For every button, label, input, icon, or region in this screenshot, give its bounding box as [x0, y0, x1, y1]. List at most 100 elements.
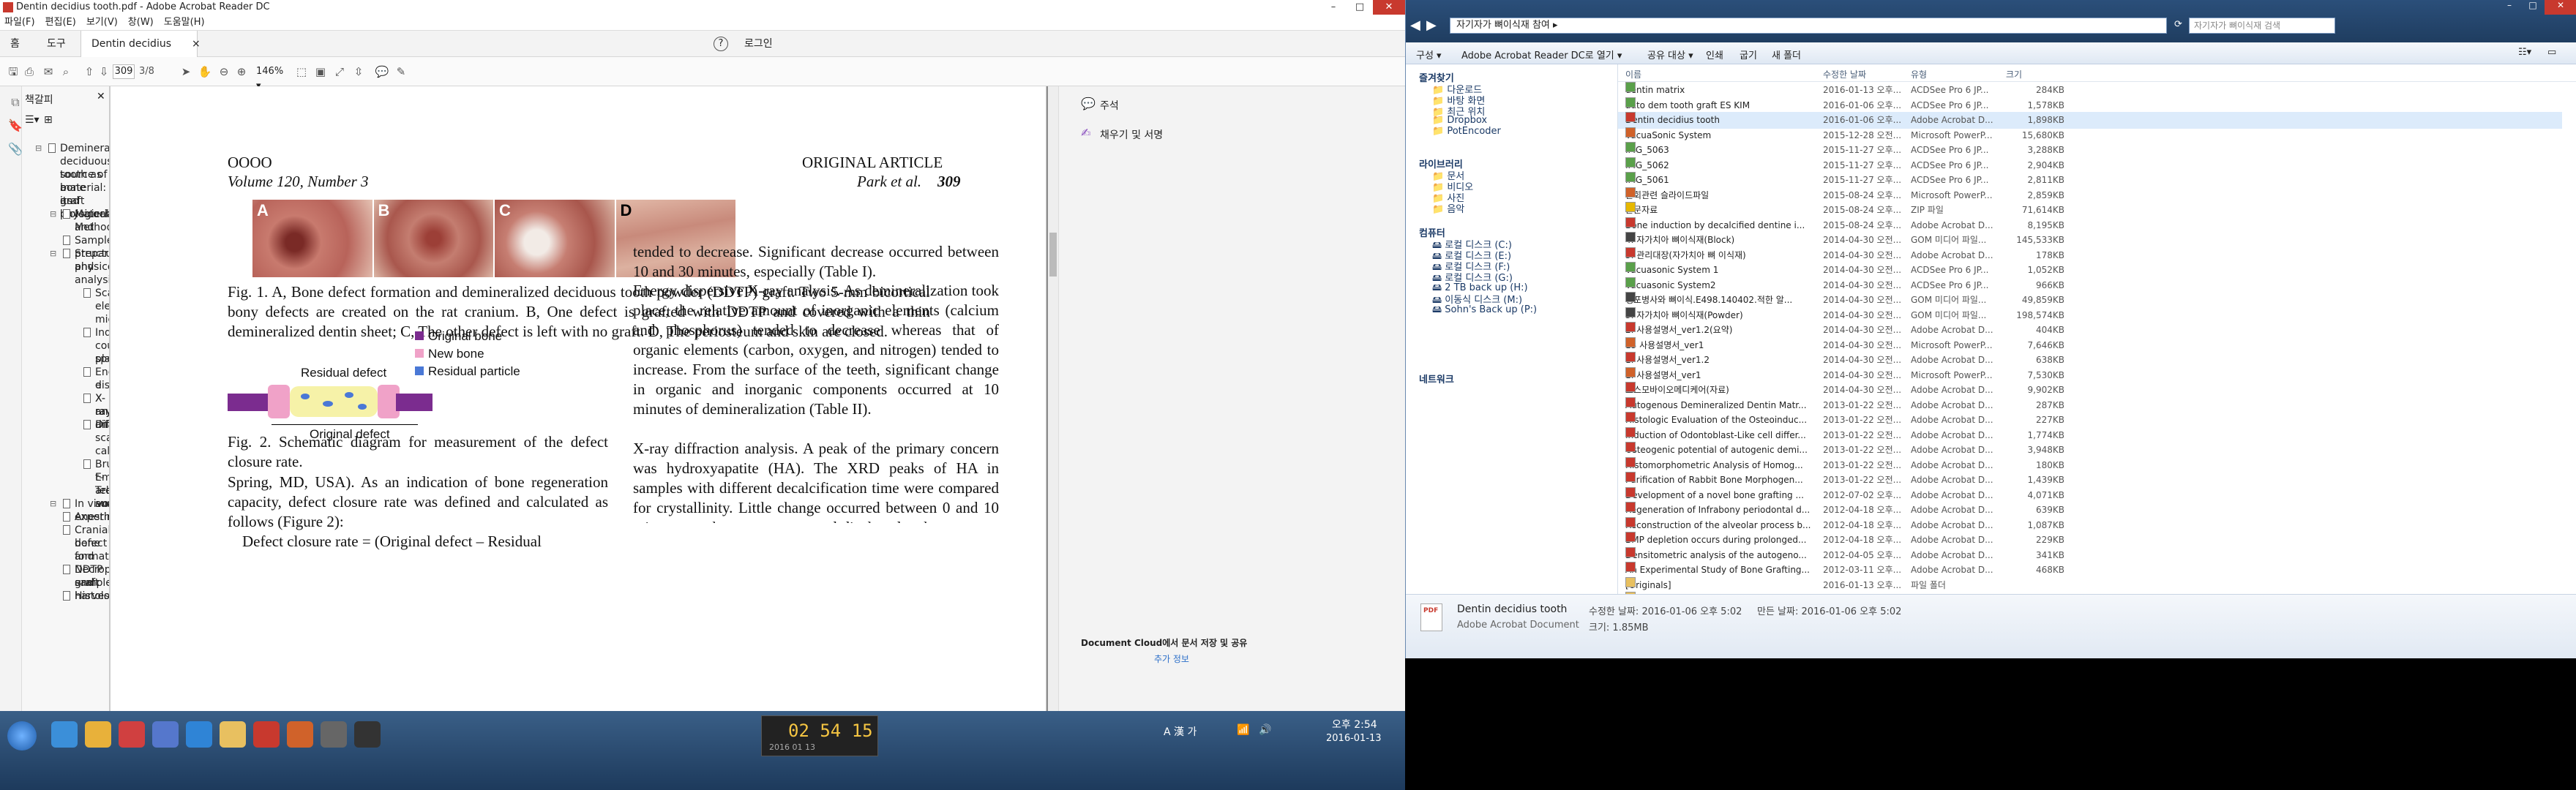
save-icon[interactable]: 🖫 [6, 64, 20, 79]
bookmark-item[interactable]: analysis [75, 274, 109, 287]
cmd-open-with[interactable]: Adobe Acrobat Reader DC로 열기 ▾ [1461, 48, 1622, 61]
bookmark-item[interactable]: Methods [75, 221, 109, 234]
help-icon[interactable]: ? [714, 37, 728, 51]
search-icon[interactable]: ⌕ [59, 64, 73, 79]
comment-icon[interactable]: 💬 [375, 64, 389, 79]
bookmark-collapse-icon[interactable]: ⊟ [35, 142, 42, 155]
bookmark-options-icon[interactable]: ☰▾ [25, 114, 40, 126]
bookmark-item[interactable]: Histologic [63, 590, 109, 603]
forward-icon[interactable]: ▶ [1426, 18, 1437, 33]
address-bar[interactable]: 자기자가 뼈이식재 참여 ▸ [1450, 18, 2167, 34]
fill-sign-label[interactable]: 채우기 및 서명 [1100, 127, 1163, 142]
cmd-organize[interactable]: 구성 ▾ [1416, 48, 1442, 61]
explorer-search-input[interactable]: 자기자가 뼈이식재 검색 [2189, 18, 2335, 34]
zoom-out-icon[interactable]: ⊖ [217, 64, 231, 79]
zoom-select[interactable]: 146% ▾ [256, 64, 290, 91]
page-number-input[interactable]: 309 [113, 64, 135, 79]
taskbar-time[interactable]: 오후 2:54 [1332, 717, 1377, 731]
tab-document[interactable]: Dentin decidius toot... [80, 31, 198, 76]
taskbar-date[interactable]: 2016-01-13 [1326, 733, 1382, 744]
select-cursor-icon[interactable]: ➤ [179, 64, 193, 79]
close-button[interactable]: ✕ [1373, 0, 1405, 15]
email-icon[interactable]: ✉ [41, 64, 56, 79]
print-icon[interactable]: ⎙ [22, 64, 37, 79]
media-icon[interactable] [152, 721, 179, 748]
zoom-in-icon[interactable]: ⊕ [234, 64, 249, 79]
minimize-button[interactable]: – [1320, 0, 1347, 15]
cmd-share[interactable]: 공유 대상 ▾ [1647, 48, 1693, 61]
start-button[interactable] [7, 721, 37, 750]
explorer-minimize[interactable]: – [2498, 0, 2521, 15]
explorer-maximize[interactable]: □ [2521, 0, 2545, 15]
tree-item[interactable]: 🖴 Sohn's Back up (P:) [1432, 303, 1537, 319]
refresh-icon[interactable]: ⟳ [2174, 19, 2182, 30]
tab-home[interactable]: 홈 [0, 31, 30, 57]
bookmark-item[interactable]: calorimetry [95, 445, 109, 458]
menu-window[interactable]: 창(W) [128, 15, 154, 30]
cmd-new-folder[interactable]: 새 폴더 [1772, 48, 1801, 61]
tree-network[interactable]: 네트워크 [1419, 372, 1454, 385]
camera-icon[interactable] [321, 721, 347, 748]
back-icon[interactable]: ◀ [1410, 18, 1420, 33]
login-button[interactable]: 로그인 [734, 31, 783, 57]
comment-tool-label[interactable]: 주석 [1100, 98, 1119, 113]
tab-close-icon[interactable]: × [181, 31, 211, 57]
bookmark-item[interactable]: electron [95, 300, 109, 313]
fullscreen-icon[interactable]: ⤢ [332, 64, 347, 79]
pen-icon[interactable]: ✎ [394, 64, 408, 79]
menu-file[interactable]: 파일(F) [4, 15, 35, 30]
tree-item[interactable]: 📁 음악 [1432, 201, 1464, 215]
terminal-icon[interactable] [354, 721, 381, 748]
cmd-print[interactable]: 인쇄 [1706, 48, 1723, 61]
bookmark-item[interactable]: physicochemical [75, 260, 109, 274]
edge-icon[interactable] [186, 721, 212, 748]
tree-item[interactable]: 📁 PotEncoder [1432, 126, 1501, 137]
network-tray-icon[interactable]: 📶 [1237, 724, 1249, 736]
scroll-thumb[interactable] [1049, 233, 1057, 276]
fit-page-icon[interactable]: ▣ [313, 64, 328, 79]
panel-close-icon[interactable]: ✕ [97, 91, 105, 102]
bookmark-collapse-icon[interactable]: ⊟ [50, 497, 56, 511]
menu-view[interactable]: 보기(V) [86, 15, 118, 30]
ie-icon[interactable] [51, 721, 78, 748]
bookmark-item[interactable]: Anesthesia [63, 511, 109, 524]
powerpoint-icon[interactable] [287, 721, 313, 748]
more-info-link[interactable]: 추가 정보 [1154, 652, 1189, 665]
app-icon[interactable] [119, 721, 145, 748]
acrobat-icon[interactable] [253, 721, 280, 748]
bookmark-add-icon[interactable]: ⊞ [44, 114, 53, 126]
bookmark-collapse-icon[interactable]: ⊟ [50, 208, 56, 221]
col-size[interactable]: 크기 [2006, 68, 2022, 80]
ime-indicator[interactable]: A 漢 가 [1164, 724, 1197, 739]
fill-sign-icon[interactable]: ✍ [1081, 126, 1090, 140]
prev-page-icon[interactable]: ⇧ [82, 64, 97, 79]
bookmark-collapse-icon[interactable]: ⊟ [50, 247, 56, 260]
bookmark-item[interactable]: Differential [83, 418, 109, 432]
explorer-icon[interactable] [220, 721, 246, 748]
view-options-icon[interactable]: ☷▾ [2518, 47, 2531, 58]
comment-tool-icon[interactable]: 💬 [1081, 97, 1096, 110]
next-page-icon[interactable]: ⇩ [97, 64, 111, 79]
maximize-button[interactable]: □ [1347, 0, 1373, 15]
col-modified[interactable]: 수정한 날짜 [1823, 68, 1866, 80]
tree-item[interactable]: 📁 Dropbox [1432, 115, 1487, 126]
cmd-burn[interactable]: 굽기 [1740, 48, 1757, 61]
bookmark-item[interactable]: Scanning [83, 287, 109, 300]
bookmark-item[interactable]: spectrometry [95, 353, 109, 366]
bookmark-item[interactable]: ⊟ Demineralized [35, 142, 109, 155]
hand-tool-icon[interactable]: ✋ [198, 64, 212, 79]
tab-tools[interactable]: 도구 [37, 31, 76, 57]
explorer-close[interactable]: ✕ [2545, 0, 2576, 15]
preview-pane-icon[interactable]: ▭ [2547, 47, 2556, 58]
menu-edit[interactable]: 편집(E) [45, 15, 76, 30]
col-name[interactable]: 이름 [1625, 68, 1641, 80]
bookmark-item[interactable]: analysis [95, 405, 109, 418]
col-type[interactable]: 유형 [1911, 68, 1927, 80]
crop-icon[interactable]: ⬚ [294, 64, 309, 79]
bookmark-item[interactable]: microscopy [95, 313, 109, 326]
bookmark-item[interactable]: scanning [95, 432, 109, 445]
chrome-icon[interactable] [85, 721, 111, 748]
document-scrollbar[interactable] [1048, 86, 1058, 711]
menu-help[interactable]: 도움말(H) [164, 15, 205, 30]
scroll-mode-icon[interactable]: ⇳ [351, 64, 366, 79]
